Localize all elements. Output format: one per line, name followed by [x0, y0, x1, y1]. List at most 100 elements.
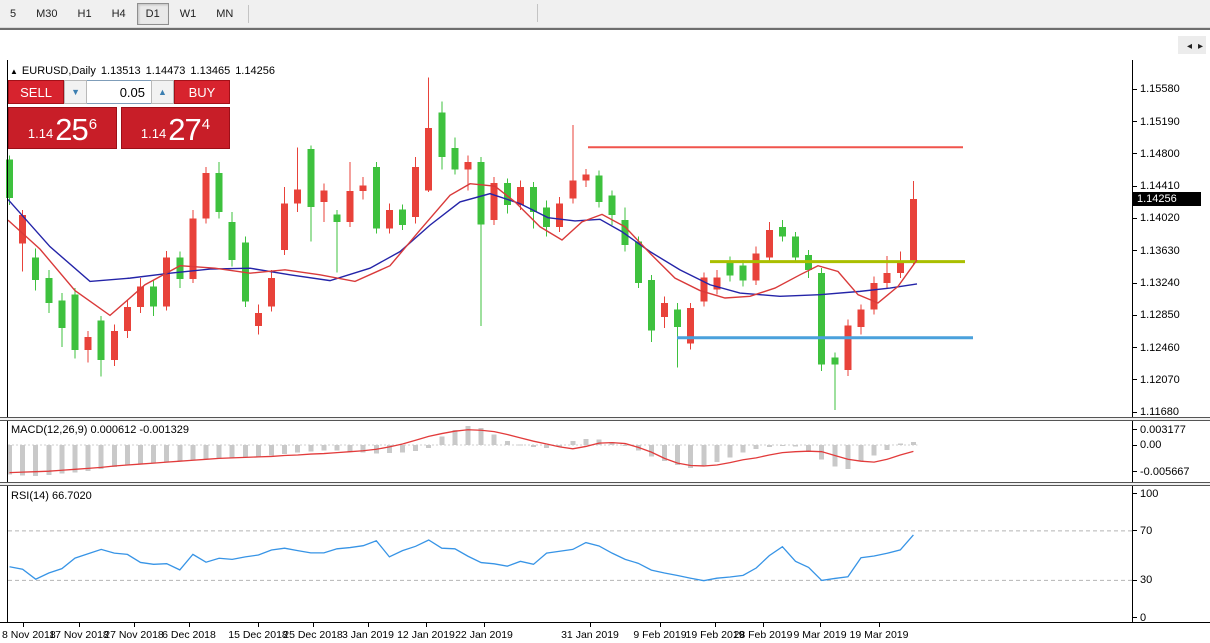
volume-increase-button[interactable]: ▲: [151, 80, 174, 104]
price-axis-tick: [1132, 250, 1137, 251]
date-label: 8 Nov 2018: [2, 629, 56, 641]
date-tick: [426, 623, 427, 627]
tab-scroll-left-icon[interactable]: ◂: [1187, 41, 1192, 52]
price-axis-label: 1.14800: [1140, 148, 1180, 160]
date-label: 3 Jan 2019: [342, 629, 394, 641]
tab-scroll-right-icon[interactable]: ▸: [1198, 41, 1203, 52]
date-label: 19 Mar 2019: [850, 629, 909, 641]
date-label: 6 Dec 2018: [162, 629, 216, 641]
rsi-axis-tick: [1132, 580, 1137, 581]
rsi-axis-label: 30: [1140, 574, 1152, 586]
pane-resize-handle[interactable]: [0, 482, 1210, 486]
date-tick: [79, 623, 80, 627]
date-tick: [189, 623, 190, 627]
toolbar-separator: [248, 5, 249, 23]
date-label: 31 Jan 2019: [561, 629, 619, 641]
date-tick: [484, 623, 485, 627]
price-axis-label: 1.15190: [1140, 116, 1180, 128]
timeframe-button-mn[interactable]: MN: [207, 3, 242, 25]
macd-axis-label: -0.005667: [1140, 466, 1190, 478]
timeframe-button-d1[interactable]: D1: [137, 3, 169, 25]
date-tick: [23, 623, 24, 627]
buy-price-base: 1.14: [141, 123, 166, 145]
timeframe-button-m30[interactable]: M30: [27, 3, 66, 25]
sell-price-big: 25: [55, 115, 87, 145]
date-axis: 8 Nov 201817 Nov 201827 Nov 20186 Dec 20…: [0, 622, 1210, 643]
ohlc-close: 1.14256: [235, 65, 275, 77]
price-axis-label: 1.14020: [1140, 212, 1180, 224]
date-tick: [590, 623, 591, 627]
date-tick: [879, 623, 880, 627]
date-tick: [134, 623, 135, 627]
collapse-icon[interactable]: ▲: [10, 67, 18, 76]
price-axis-tick: [1132, 283, 1137, 284]
date-tick: [660, 623, 661, 627]
price-axis-label: 1.15580: [1140, 83, 1180, 95]
macd-axis-tick: [1132, 445, 1137, 446]
price-axis-label: 1.13240: [1140, 277, 1180, 289]
price-axis-tick: [1132, 121, 1137, 122]
price-axis-tick: [1132, 218, 1137, 219]
date-label: 9 Mar 2019: [793, 629, 846, 641]
date-tick: [763, 623, 764, 627]
rsi-axis-tick: [1132, 530, 1137, 531]
date-label: 12 Jan 2019: [397, 629, 455, 641]
date-label: 17 Nov 2018: [49, 629, 109, 641]
price-axis-label: 1.13630: [1140, 245, 1180, 257]
ohlc-low: 1.13465: [190, 65, 230, 77]
price-axis-label: 1.12070: [1140, 374, 1180, 386]
sell-button[interactable]: SELL: [8, 80, 64, 104]
date-label: 27 Nov 2018: [104, 629, 164, 641]
rsi-pane[interactable]: [0, 486, 1133, 622]
buy-price-box[interactable]: 1.14 27 4: [121, 107, 230, 149]
ohlc-high: 1.14473: [146, 65, 186, 77]
price-axis-label: 1.14410: [1140, 180, 1180, 192]
date-label: 15 Dec 2018: [228, 629, 288, 641]
current-price-badge: 1.14256: [1133, 192, 1201, 206]
timeframe-button-h1[interactable]: H1: [69, 3, 101, 25]
tab-scroll-arrows: ◂▸: [1178, 36, 1206, 54]
date-tick: [820, 623, 821, 627]
macd-axis-label: 0.003177: [1140, 424, 1186, 436]
price-axis-tick: [1132, 89, 1137, 90]
price-axis-tick: [1132, 186, 1137, 187]
price-axis-tick: [1132, 379, 1137, 380]
chart-header: ▲ EURUSD,Daily 1.13513 1.14473 1.13465 1.1425…: [10, 65, 275, 77]
timeframe-button-h4[interactable]: H4: [103, 3, 135, 25]
price-axis-label: 1.12460: [1140, 342, 1180, 354]
rsi-label: RSI(14) 66.7020: [11, 490, 92, 502]
chart-window: ▲EURUSD,Daily1.135131.144731.134651.1425…: [0, 28, 1210, 643]
sell-price-box[interactable]: 1.14 25 6: [8, 107, 117, 149]
toolbar-separator: [537, 4, 538, 22]
chart-symbol: EURUSD,Daily: [22, 65, 96, 77]
timeframe-button-5[interactable]: 5: [1, 3, 25, 25]
mt4-window: 5M30H1H4D1W1MN ▲ EURUSD,Daily 1.13513 1.144…: [0, 0, 1210, 643]
buy-button[interactable]: BUY: [174, 80, 230, 104]
price-axis-tick: [1132, 315, 1137, 316]
rsi-axis-tick: [1132, 617, 1137, 618]
ohlc-open: 1.13513: [101, 65, 141, 77]
price-axis-tick: [1132, 153, 1137, 154]
date-label: 22 Jan 2019: [455, 629, 513, 641]
timeframe-button-w1[interactable]: W1: [171, 3, 206, 25]
date-tick: [368, 623, 369, 627]
date-label: 25 Dec 2018: [283, 629, 343, 641]
price-axis-label: 1.11680: [1140, 406, 1179, 418]
macd-axis-tick: [1132, 471, 1137, 472]
sell-price-base: 1.14: [28, 123, 53, 145]
date-tick: [715, 623, 716, 627]
price-axis-line: [1132, 60, 1133, 622]
rsi-axis-label: 70: [1140, 525, 1152, 537]
volume-decrease-button[interactable]: ▼: [64, 80, 87, 104]
price-axis-tick: [1132, 347, 1137, 348]
rsi-axis-label: 100: [1140, 488, 1158, 500]
date-label: 28 Feb 2019: [734, 629, 793, 641]
pane-resize-handle[interactable]: [0, 417, 1210, 421]
timeframe-toolbar: 5M30H1H4D1W1MN: [0, 0, 1210, 28]
sell-price-pip: 6: [89, 118, 97, 132]
volume-input[interactable]: [87, 80, 151, 104]
price-axis-label: 1.12850: [1140, 309, 1180, 321]
date-label: 9 Feb 2019: [633, 629, 686, 641]
macd-axis-label: 0.00: [1140, 439, 1161, 451]
buy-price-big: 27: [168, 115, 200, 145]
